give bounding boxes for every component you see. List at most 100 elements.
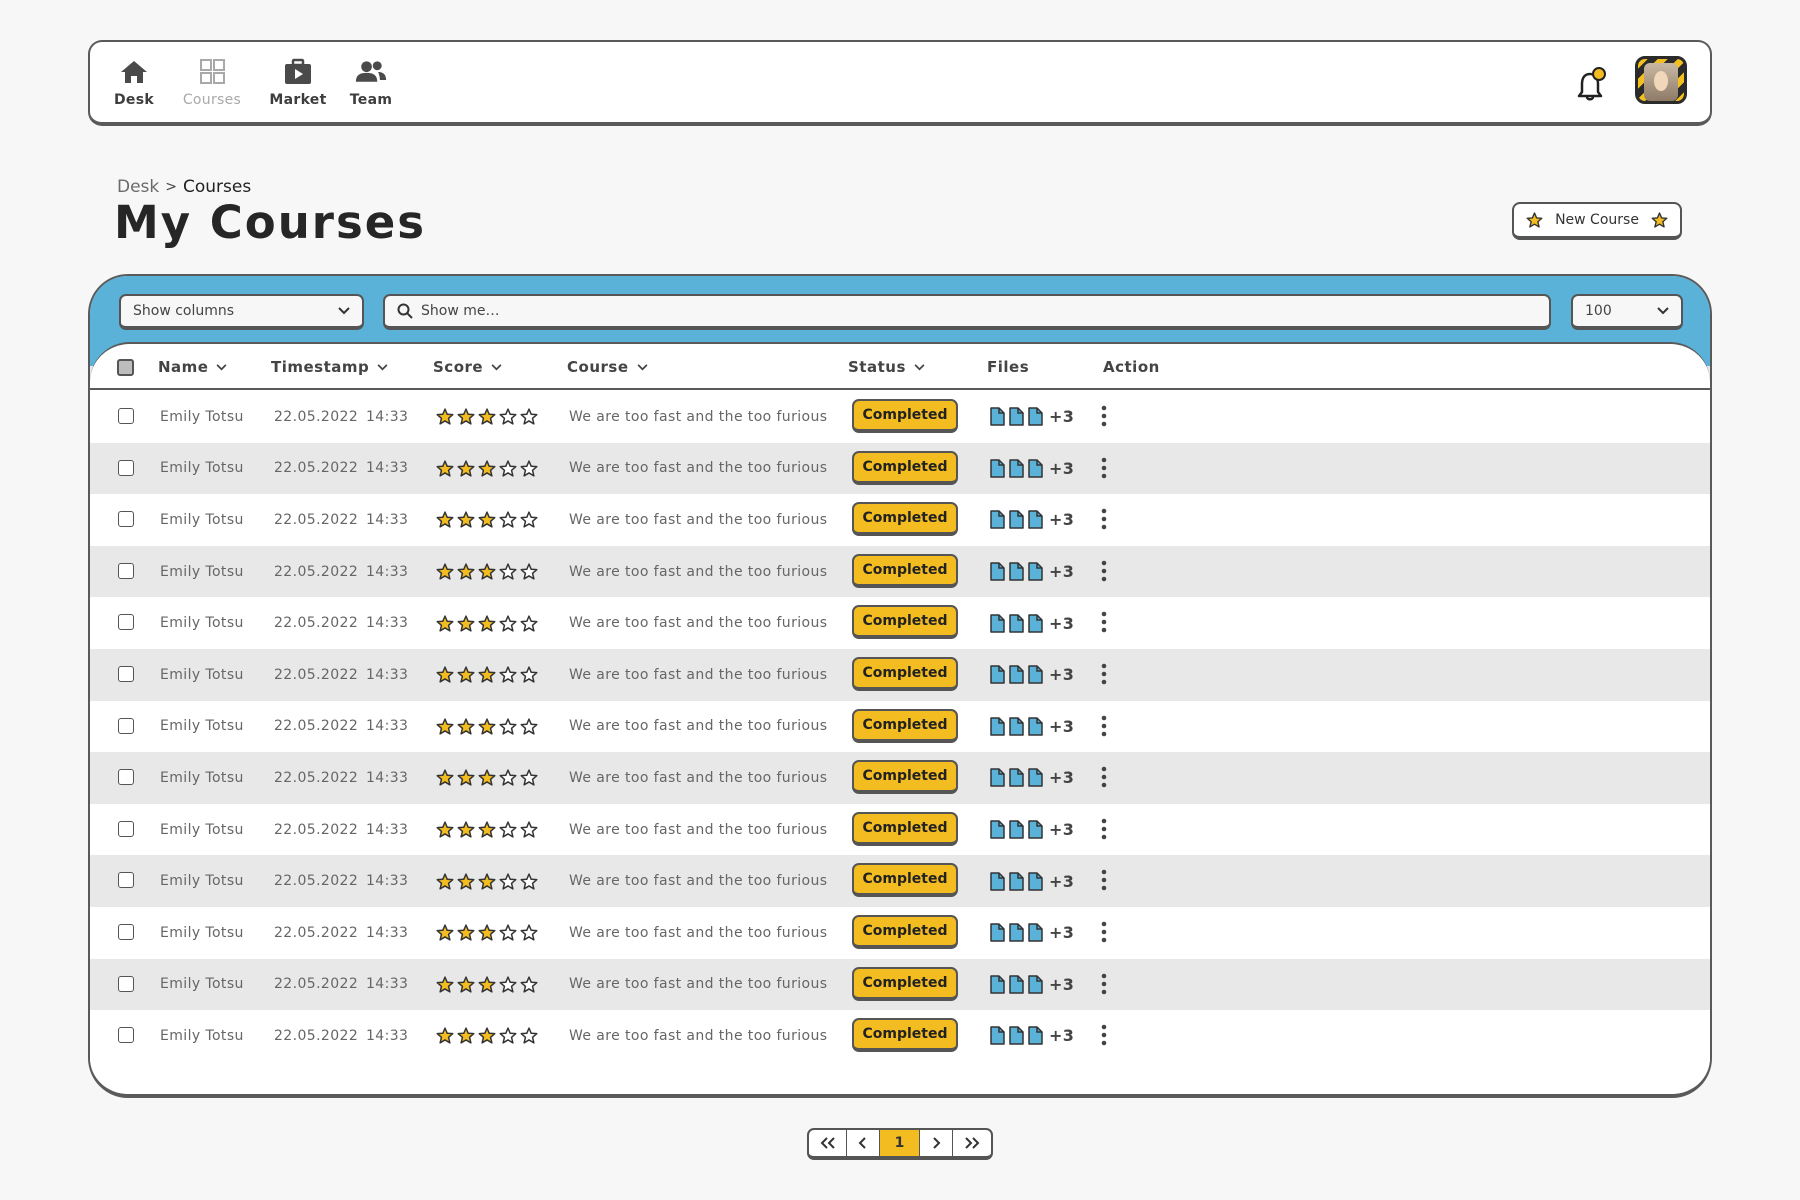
more-actions-icon[interactable] [1094, 816, 1114, 842]
file-icon[interactable] [989, 665, 1006, 685]
file-icon[interactable] [989, 975, 1006, 994]
nav-item-desk[interactable]: Desk [114, 42, 154, 124]
files-more-count[interactable]: +3 [1049, 975, 1074, 994]
more-actions-icon[interactable] [1094, 867, 1114, 893]
show-columns-select[interactable]: Show columns [119, 294, 364, 330]
rows-per-page-select[interactable]: 100 [1571, 294, 1683, 330]
status-badge[interactable]: Completed [852, 760, 958, 795]
table-row[interactable]: Emily Totsu 22.05.2022 14:33 We are too … [90, 804, 1710, 856]
status-badge[interactable]: Completed [852, 657, 958, 691]
file-icon[interactable] [1027, 510, 1044, 530]
row-course[interactable]: We are too fast and the too furious [569, 494, 827, 546]
table-row[interactable]: Emily Totsu 22.05.2022 14:33 We are too … [90, 545, 1710, 598]
row-checkbox[interactable] [118, 975, 134, 992]
row-checkbox[interactable] [118, 769, 134, 786]
file-icon[interactable] [1027, 1026, 1044, 1046]
nav-item-market[interactable]: Market [269, 42, 326, 124]
files-more-count[interactable]: +3 [1049, 872, 1074, 891]
row-course[interactable]: We are too fast and the too furious [569, 391, 827, 443]
new-course-button[interactable]: New Course [1512, 202, 1682, 240]
file-icon[interactable] [1008, 613, 1025, 633]
search-input[interactable]: Show me… [383, 294, 1551, 330]
files-more-count[interactable]: +3 [1049, 1026, 1074, 1045]
status-badge[interactable]: Completed [852, 553, 958, 588]
row-course[interactable]: We are too fast and the too furious [569, 649, 827, 701]
more-actions-icon[interactable] [1094, 661, 1114, 687]
row-checkbox[interactable] [118, 562, 134, 579]
more-actions-icon[interactable] [1094, 1022, 1114, 1048]
status-badge[interactable]: Completed [852, 708, 958, 743]
more-actions-icon[interactable] [1094, 971, 1114, 997]
file-icon[interactable] [1008, 459, 1025, 478]
status-badge[interactable]: Completed [852, 915, 958, 949]
table-row[interactable]: Emily Totsu 22.05.2022 14:33 We are too … [90, 958, 1710, 1011]
row-course[interactable]: We are too fast and the too furious [569, 546, 827, 598]
column-header-course[interactable]: Course [567, 358, 648, 376]
table-row[interactable]: Emily Totsu 22.05.2022 14:33 We are too … [90, 1010, 1710, 1062]
more-actions-icon[interactable] [1094, 713, 1114, 739]
row-course[interactable]: We are too fast and the too furious [569, 443, 827, 495]
file-icon[interactable] [1008, 717, 1025, 736]
table-row[interactable]: Emily Totsu 22.05.2022 14:33 We are too … [90, 494, 1710, 546]
row-checkbox[interactable] [118, 614, 134, 631]
file-icon[interactable] [989, 459, 1006, 478]
nav-item-courses[interactable]: Courses [182, 42, 242, 124]
file-icon[interactable] [1008, 975, 1025, 994]
file-icon[interactable] [1027, 975, 1044, 994]
table-row[interactable]: Emily Totsu 22.05.2022 14:33 We are too … [90, 597, 1710, 649]
files-more-count[interactable]: +3 [1049, 459, 1074, 478]
select-all-checkbox[interactable] [117, 359, 134, 376]
status-badge[interactable]: Completed [852, 605, 958, 640]
row-checkbox[interactable] [118, 924, 134, 940]
row-course[interactable]: We are too fast and the too furious [569, 1010, 827, 1062]
table-row[interactable]: Emily Totsu 22.05.2022 14:33 We are too … [90, 649, 1710, 701]
more-actions-icon[interactable] [1094, 455, 1114, 481]
row-checkbox[interactable] [118, 511, 134, 528]
table-row[interactable]: Emily Totsu 22.05.2022 14:33 We are too … [90, 442, 1710, 495]
row-course[interactable]: We are too fast and the too furious [569, 752, 827, 804]
row-checkbox[interactable] [118, 820, 134, 837]
row-checkbox[interactable] [118, 717, 134, 734]
status-badge[interactable]: Completed [852, 811, 958, 846]
table-row[interactable]: Emily Totsu 22.05.2022 14:33 We are too … [90, 391, 1710, 443]
file-icon[interactable] [1008, 1026, 1025, 1046]
file-icon[interactable] [1027, 562, 1044, 581]
previous-page-button[interactable] [847, 1130, 880, 1156]
row-checkbox[interactable] [118, 666, 134, 682]
more-actions-icon[interactable] [1094, 558, 1114, 584]
file-icon[interactable] [1008, 820, 1025, 839]
file-icon[interactable] [1027, 717, 1044, 736]
file-icon[interactable] [1008, 665, 1025, 685]
file-icon[interactable] [1008, 562, 1025, 581]
next-page-button[interactable] [920, 1130, 953, 1156]
file-icon[interactable] [1027, 459, 1044, 478]
row-checkbox[interactable] [118, 1027, 134, 1044]
table-row[interactable]: Emily Totsu 22.05.2022 14:33 We are too … [90, 907, 1710, 959]
file-icon[interactable] [989, 407, 1006, 427]
first-page-button[interactable] [809, 1130, 847, 1156]
files-more-count[interactable]: +3 [1049, 820, 1074, 839]
row-course[interactable]: We are too fast and the too furious [569, 907, 827, 959]
bell-icon[interactable] [1575, 66, 1609, 104]
more-actions-icon[interactable] [1094, 919, 1114, 945]
file-icon[interactable] [1027, 923, 1044, 943]
file-icon[interactable] [989, 613, 1006, 633]
status-badge[interactable]: Completed [852, 1018, 958, 1053]
file-icon[interactable] [1008, 407, 1025, 427]
file-icon[interactable] [989, 1026, 1006, 1046]
files-more-count[interactable]: +3 [1049, 407, 1074, 426]
file-icon[interactable] [1027, 407, 1044, 427]
more-actions-icon[interactable] [1094, 764, 1114, 790]
table-row[interactable]: Emily Totsu 22.05.2022 14:33 We are too … [90, 855, 1710, 907]
file-icon[interactable] [1027, 613, 1044, 633]
file-icon[interactable] [1008, 510, 1025, 530]
files-more-count[interactable]: +3 [1049, 665, 1074, 684]
status-badge[interactable]: Completed [852, 399, 958, 433]
status-badge[interactable]: Completed [852, 863, 958, 898]
table-row[interactable]: Emily Totsu 22.05.2022 14:33 We are too … [90, 752, 1710, 804]
column-header-name[interactable]: Name [158, 358, 227, 376]
last-page-button[interactable] [953, 1130, 991, 1156]
files-more-count[interactable]: +3 [1049, 510, 1074, 529]
column-header-status[interactable]: Status [848, 358, 925, 376]
file-icon[interactable] [989, 820, 1006, 839]
